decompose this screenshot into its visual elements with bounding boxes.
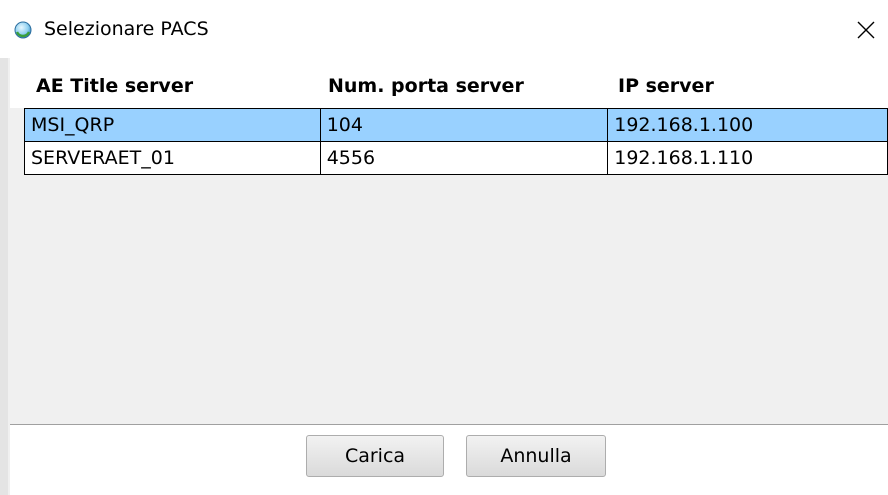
- cell-port: 4556: [319, 141, 609, 175]
- column-header-ae-title[interactable]: AE Title server: [36, 58, 193, 108]
- title-bar[interactable]: Selezionare PACS: [0, 0, 888, 58]
- cell-ae-title: SERVERAET_01: [24, 141, 321, 175]
- table-row[interactable]: SERVERAET_01 4556 192.168.1.110: [24, 141, 888, 175]
- table-row-selected[interactable]: MSI_QRP 104 192.168.1.100: [24, 108, 888, 142]
- cancel-button[interactable]: Annulla: [466, 435, 606, 477]
- server-table: MSI_QRP 104 192.168.1.100 SERVERAET_01 4…: [24, 108, 888, 175]
- app-icon: [14, 21, 32, 39]
- window-title: Selezionare PACS: [44, 18, 209, 40]
- dialog-footer: Carica Annulla: [10, 425, 888, 495]
- window-left-frame: [0, 0, 8, 495]
- cell-ae-title: MSI_QRP: [24, 108, 321, 142]
- pacs-server-grid: AE Title server Num. porta server IP ser…: [10, 58, 888, 420]
- load-button[interactable]: Carica: [306, 435, 444, 477]
- cell-ip: 192.168.1.110: [607, 141, 888, 175]
- column-header-ip[interactable]: IP server: [618, 58, 714, 108]
- column-header-port[interactable]: Num. porta server: [328, 58, 524, 108]
- pacs-selection-dialog: Selezionare PACS AE Title server Num. po…: [0, 0, 888, 495]
- cell-port: 104: [319, 108, 609, 142]
- cell-ip: 192.168.1.100: [607, 108, 888, 142]
- close-button[interactable]: [844, 10, 888, 50]
- grid-header: AE Title server Num. porta server IP ser…: [10, 58, 888, 108]
- close-icon: [857, 21, 875, 39]
